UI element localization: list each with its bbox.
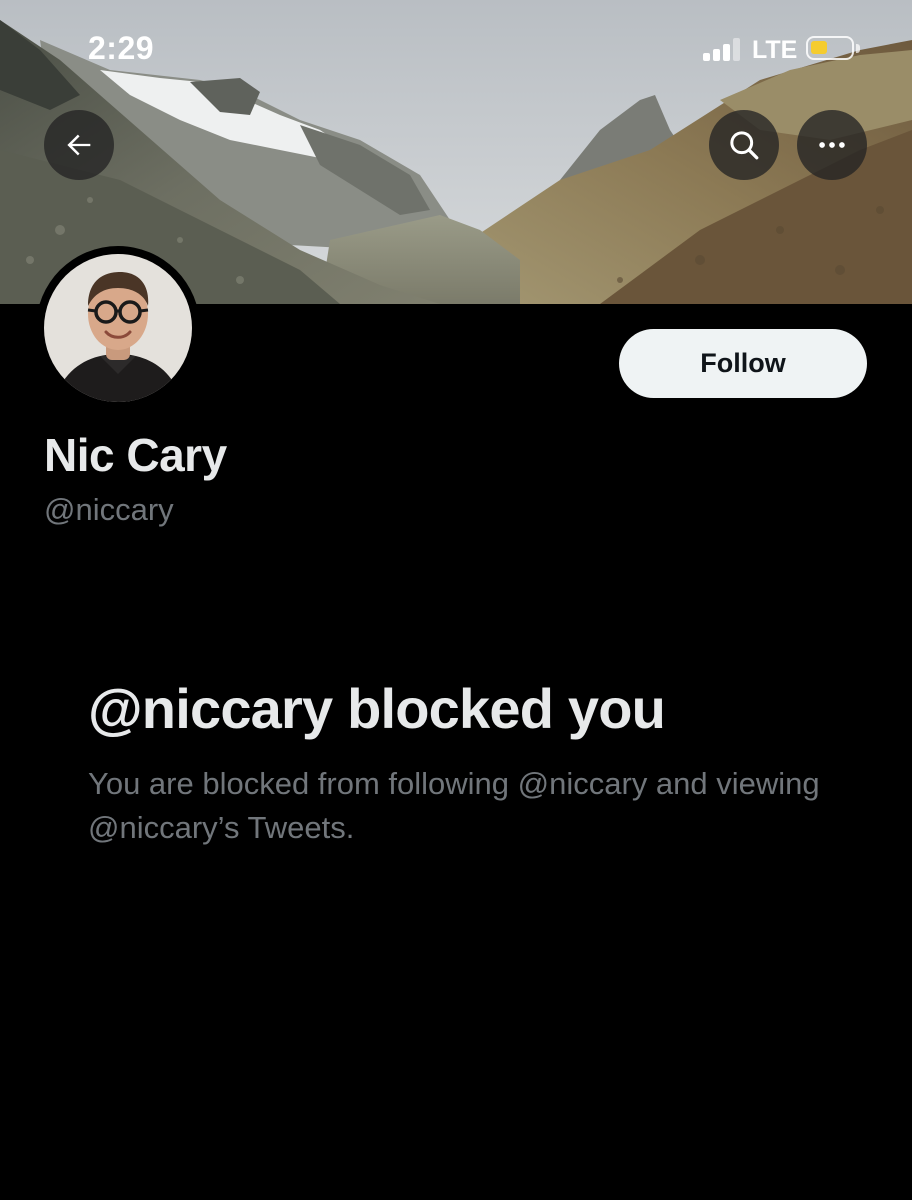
- avatar-photo: [44, 254, 192, 402]
- follow-button[interactable]: Follow: [619, 329, 867, 398]
- profile-handle: @niccary: [44, 492, 174, 527]
- back-button[interactable]: [44, 110, 114, 180]
- battery-icon: [806, 36, 854, 60]
- profile-display-name: Nic Cary: [44, 429, 227, 481]
- network-type-label: LTE: [752, 36, 798, 64]
- battery-cap: [856, 44, 860, 53]
- cellular-signal-icon: [703, 37, 743, 61]
- more-options-button[interactable]: [797, 110, 867, 180]
- search-icon: [730, 131, 759, 160]
- profile-avatar[interactable]: [36, 246, 200, 410]
- blocked-notice-title: @niccary blocked you: [88, 677, 666, 740]
- battery-level-fill: [811, 41, 827, 54]
- blocked-notice-description: You are blocked from following @niccary …: [88, 766, 820, 845]
- arrow-left-icon: [67, 134, 91, 156]
- more-horizontal-icon: [819, 142, 845, 148]
- search-button[interactable]: [709, 110, 779, 180]
- person-portrait-image: [44, 254, 192, 402]
- status-bar-time: 2:29: [88, 30, 155, 66]
